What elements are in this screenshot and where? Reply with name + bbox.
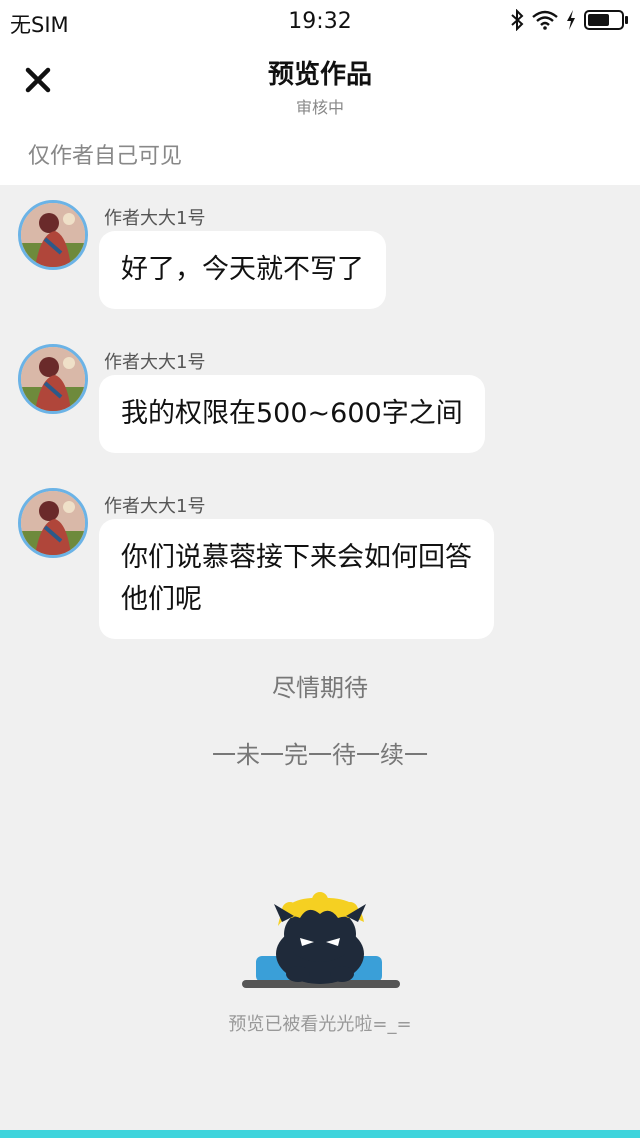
visibility-note: 仅作者自己可见 bbox=[28, 144, 183, 169]
bottom-accent-bar bbox=[0, 1130, 640, 1138]
message-bubble: 好了，今天就不写了 bbox=[99, 231, 386, 309]
avatar[interactable] bbox=[18, 488, 88, 558]
avatar[interactable] bbox=[18, 344, 88, 414]
mascot-icon bbox=[238, 892, 402, 998]
message-text: 他们呢 bbox=[121, 584, 202, 615]
status-bar: 无SIM 19:32 bbox=[0, 0, 640, 44]
status-icons bbox=[510, 8, 630, 36]
visibility-banner: 仅作者自己可见 bbox=[0, 120, 640, 185]
teaser-text: 尽情期待 bbox=[272, 674, 368, 702]
battery-icon bbox=[584, 9, 630, 35]
message-text: 我的权限在500~600字之间 bbox=[121, 398, 463, 429]
message-bubble: 你们说慕蓉接下来会如何回答 他们呢 bbox=[99, 519, 494, 639]
wifi-icon bbox=[532, 10, 558, 34]
message-text: 你们说慕蓉接下来会如何回答 bbox=[121, 542, 472, 573]
avatar[interactable] bbox=[18, 200, 88, 270]
message-text: 好了，今天就不写了 bbox=[121, 254, 364, 285]
charging-bolt-icon bbox=[566, 10, 576, 34]
message-bubble: 我的权限在500~600字之间 bbox=[99, 375, 485, 453]
to-be-continued-text: 一未一完一待一续一 bbox=[212, 741, 428, 769]
review-status: 审核中 bbox=[295, 98, 344, 117]
message-author: 作者大大1号 bbox=[104, 496, 206, 517]
message-author: 作者大大1号 bbox=[104, 208, 206, 229]
bluetooth-icon bbox=[510, 8, 524, 35]
page-title: 预览作品 bbox=[267, 60, 372, 90]
nav-bar: 预览作品 审核中 bbox=[0, 44, 640, 120]
footer-note: 预览已被看光光啦=_= bbox=[228, 1014, 412, 1035]
message-author: 作者大大1号 bbox=[104, 352, 206, 373]
